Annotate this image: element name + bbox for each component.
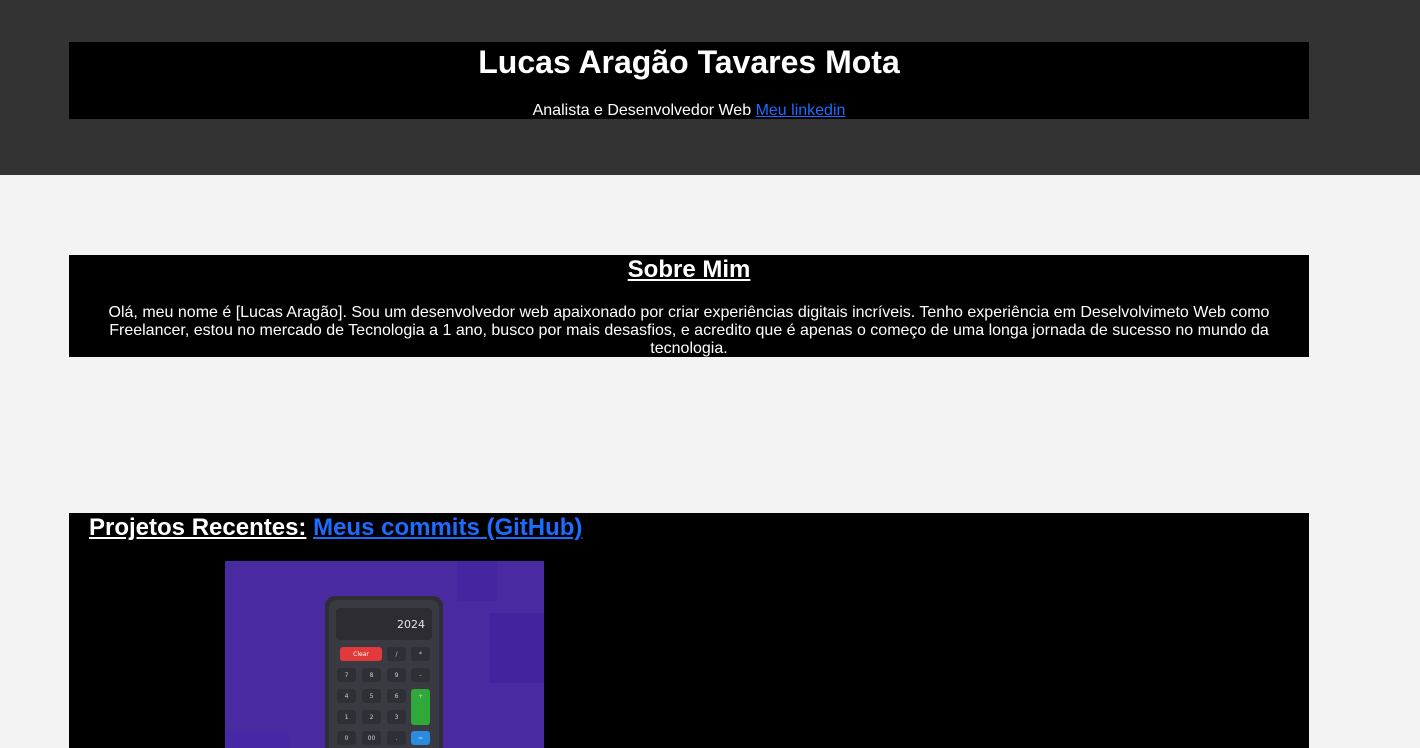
calc-key-label: 3 <box>395 714 399 721</box>
projects-title: Projetos Recentes: <box>89 514 307 541</box>
header-subtitle: Analista e Desenvolvedor Web <box>532 102 752 119</box>
header-panel: Lucas Aragão Tavares Mota Analista e Des… <box>69 42 1309 119</box>
about-title: Sobre Mim <box>627 256 751 283</box>
calc-key-label: * <box>419 651 422 658</box>
calc-key-label: 7 <box>345 672 349 679</box>
calc-display: 2024 <box>397 618 425 631</box>
linkedin-link[interactable]: Meu linkedin <box>756 102 846 119</box>
page-title: Lucas Aragão Tavares Mota <box>478 44 900 80</box>
calc-key-label: 1 <box>345 714 349 721</box>
calc-key-label: 2 <box>370 714 374 721</box>
calc-key-label: 00 <box>368 735 376 742</box>
calculator-image: 2024 Clear / *7 8 9 -4 5 6 +1 2 30 00. = <box>225 561 544 748</box>
header-subtitle-line: Analista e Desenvolvedor Web Meu linkedi… <box>69 102 1309 120</box>
calc-key-label: 8 <box>370 672 374 679</box>
github-link[interactable]: Meus commits (GitHub) <box>313 514 582 541</box>
about-section: Sobre Mim Olá, meu nome é [Lucas Aragão]… <box>69 255 1309 357</box>
calc-key-label: + <box>418 693 423 700</box>
calc-key-label: . <box>396 735 398 742</box>
projects-section: Projetos Recentes: Meus commits (GitHub)… <box>69 513 1309 748</box>
project-thumbnail-calculator[interactable]: 2024 Clear / * 7 8 9-4 5 6 +1 2 3 0 00. = <box>225 561 544 748</box>
calc-key-label: 4 <box>345 693 349 700</box>
projects-heading: Projetos Recentes: Meus commits (GitHub) <box>69 513 1309 541</box>
calc-key-label: = <box>418 735 423 742</box>
calc-key-label: - <box>419 672 421 679</box>
calc-key-label: 9 <box>395 672 399 679</box>
calc-key-label: 6 <box>395 693 399 700</box>
about-text: Olá, meu nome é [Lucas Aragão]. Sou um d… <box>108 304 1270 357</box>
calc-key-label: 0 <box>345 735 349 742</box>
calc-key-label: 5 <box>370 693 374 700</box>
calc-key-label: Clear <box>353 651 369 658</box>
